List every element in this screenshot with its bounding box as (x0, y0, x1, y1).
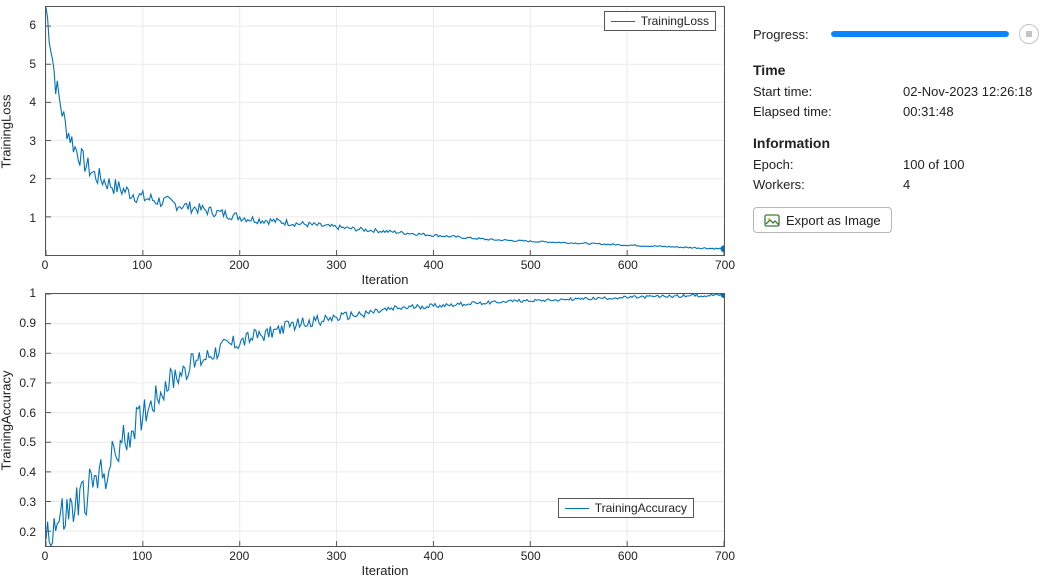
legend-swatch (565, 508, 589, 509)
row-epoch: Epoch: 100 of 100 (753, 157, 1039, 172)
x-tick: 0 (42, 549, 49, 563)
charts-panel: TrainingLoss 123456 TrainingLoss 0100200… (0, 0, 735, 586)
y-tick: 1 (29, 211, 36, 225)
progress-bar (831, 31, 1009, 37)
y-tick: 0.3 (19, 495, 36, 509)
y-tick: 0.2 (19, 525, 36, 539)
stop-button[interactable] (1019, 24, 1039, 44)
x-tick: 300 (326, 549, 346, 563)
workers-label: Workers: (753, 177, 903, 192)
x-tick: 500 (521, 549, 541, 563)
x-tick: 600 (618, 258, 638, 272)
legend-loss: TrainingLoss (604, 11, 716, 31)
legend-acc: TrainingAccuracy (558, 498, 694, 518)
y-tick: 3 (29, 134, 36, 148)
y-tick: 4 (29, 95, 36, 109)
y-tick: 0.4 (19, 465, 36, 479)
export-as-image-button[interactable]: Export as Image (753, 207, 892, 233)
x-tick: 400 (424, 549, 444, 563)
x-axis-label-acc: Iteration (45, 563, 725, 578)
y-tick: 0.6 (19, 406, 36, 420)
y-tick: 0.9 (19, 316, 36, 330)
x-tick: 400 (424, 258, 444, 272)
x-tick: 200 (229, 258, 249, 272)
chart-training-loss: TrainingLoss 123456 TrainingLoss 0100200… (0, 0, 735, 290)
y-tick: 2 (29, 172, 36, 186)
y-tick: 0.8 (19, 346, 36, 360)
chart-training-accuracy: TrainingAccuracy 0.2 0.3 0.4 0.5 0.6 0.7 0.8 0.… (0, 293, 735, 583)
x-tick: 100 (132, 258, 152, 272)
y-ticks-acc: 0.20.30.40.50.60.70.80.91 (0, 293, 40, 547)
stop-icon (1026, 31, 1032, 37)
y-tick: 6 (29, 18, 36, 32)
y-tick: 0.7 (19, 376, 36, 390)
x-tick: 100 (132, 549, 152, 563)
progress-bar-fill (831, 31, 1009, 37)
y-tick: 5 (29, 57, 36, 71)
x-tick: 300 (326, 258, 346, 272)
row-workers: Workers: 4 (753, 177, 1039, 192)
export-label: Export as Image (786, 213, 881, 228)
plot-area-loss[interactable]: TrainingLoss (45, 6, 725, 256)
start-time-value: 02-Nov-2023 12:26:18 (903, 84, 1039, 99)
x-tick: 0 (42, 258, 49, 272)
time-header: Time (753, 62, 1039, 78)
side-panel: Progress: Time Start time: 02-Nov-2023 1… (735, 0, 1057, 586)
info-header: Information (753, 135, 1039, 151)
x-tick: 600 (618, 549, 638, 563)
elapsed-time-value: 00:31:48 (903, 104, 1039, 119)
x-tick: 700 (715, 549, 735, 563)
legend-label-acc: TrainingAccuracy (595, 501, 687, 515)
row-elapsed-time: Elapsed time: 00:31:48 (753, 104, 1039, 119)
legend-label-loss: TrainingLoss (641, 14, 709, 28)
x-tick: 500 (521, 258, 541, 272)
progress-label: Progress: (753, 27, 831, 42)
y-ticks-loss: 1 2 3 4 5 6 (0, 6, 40, 256)
elapsed-time-label: Elapsed time: (753, 104, 903, 119)
progress-row: Progress: (753, 24, 1039, 44)
epoch-value: 100 of 100 (903, 157, 1039, 172)
epoch-label: Epoch: (753, 157, 903, 172)
x-axis-label-loss: Iteration (45, 272, 725, 287)
row-start-time: Start time: 02-Nov-2023 12:26:18 (753, 84, 1039, 99)
x-tick: 200 (229, 549, 249, 563)
start-time-label: Start time: (753, 84, 903, 99)
y-tick: 0.5 (19, 435, 36, 449)
plot-area-acc[interactable]: TrainingAccuracy (45, 293, 725, 547)
y-tick: 1 (29, 286, 36, 300)
export-icon (764, 212, 780, 228)
workers-value: 4 (903, 177, 1039, 192)
legend-swatch (611, 21, 635, 22)
app-root: TrainingLoss 123456 TrainingLoss 0100200… (0, 0, 1057, 586)
x-tick: 700 (715, 258, 735, 272)
